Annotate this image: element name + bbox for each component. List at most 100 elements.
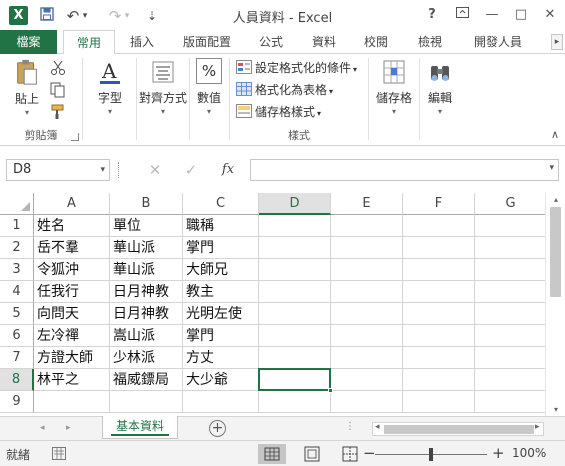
confirm-entry-button[interactable]: ✓ (180, 159, 202, 181)
cell-c6[interactable]: 掌門 (183, 325, 259, 347)
cut-icon[interactable] (50, 60, 66, 76)
cell-c3[interactable]: 大師兄 (183, 259, 259, 281)
cell-a7[interactable]: 方證大師 (34, 347, 110, 369)
cell-a8[interactable]: 林平之 (34, 369, 110, 391)
cell-g9[interactable] (475, 391, 545, 413)
cancel-entry-button[interactable]: ✕ (144, 159, 166, 181)
cell-a3[interactable]: 令狐沖 (34, 259, 110, 281)
zoom-level[interactable]: 100% (512, 446, 546, 460)
cell-g1[interactable] (475, 215, 545, 237)
collapse-ribbon-button[interactable]: ∧ (551, 128, 559, 141)
cell-d5[interactable] (259, 303, 331, 325)
row-header-5[interactable]: 5 (0, 303, 34, 325)
cell-a5[interactable]: 向問天 (34, 303, 110, 325)
page-break-preview-button[interactable] (336, 444, 364, 464)
insert-function-button[interactable]: fx (217, 159, 239, 181)
cell-b5[interactable]: 日月神教 (110, 303, 183, 325)
scroll-up-icon[interactable]: ▴ (550, 195, 562, 204)
tab-review[interactable]: 校閱 (355, 30, 397, 54)
cell-g2[interactable] (475, 237, 545, 259)
cell-e8[interactable] (331, 369, 403, 391)
cell-e7[interactable] (331, 347, 403, 369)
column-header-c[interactable]: C (183, 193, 259, 215)
column-header-g[interactable]: G (475, 193, 545, 215)
format-painter-icon[interactable] (50, 104, 66, 120)
editing-button[interactable]: 編輯 ▾ (422, 58, 458, 116)
next-sheet-icon[interactable]: ▸ (66, 423, 71, 433)
cell-f5[interactable] (403, 303, 475, 325)
vertical-scrollbar[interactable]: ▴ ▾ (545, 193, 565, 416)
cell-f7[interactable] (403, 347, 475, 369)
cell-e5[interactable] (331, 303, 403, 325)
tab-home[interactable]: 常用 (63, 30, 115, 55)
scroll-right-icon[interactable]: ▸ (535, 422, 540, 432)
cell-g5[interactable] (475, 303, 545, 325)
tabs-scroll-right-button[interactable]: ▸ (551, 34, 563, 50)
cell-e3[interactable] (331, 259, 403, 281)
worksheet-grid[interactable]: ABCDEFG 123456789 姓名 單位 職稱 岳不羣 華山派 掌門 令狐沖 華山派 大師… (0, 193, 545, 416)
copy-icon[interactable] (50, 82, 66, 98)
cell-e2[interactable] (331, 237, 403, 259)
ribbon-display-options-button[interactable] (449, 4, 475, 26)
customize-qat-icon[interactable]: ⇣ (141, 6, 163, 26)
horizontal-scroll-thumb[interactable] (384, 425, 534, 434)
cell-b8[interactable]: 福威鏢局 (110, 369, 183, 391)
paste-button[interactable]: 貼上 ▾ (8, 58, 46, 117)
cell-b1[interactable]: 單位 (110, 215, 183, 237)
column-header-e[interactable]: E (331, 193, 403, 215)
name-box[interactable]: D8 ▾ (6, 159, 110, 181)
alignment-button[interactable]: 對齊方式 ▾ (133, 58, 193, 116)
cell-a2[interactable]: 岳不羣 (34, 237, 110, 259)
zoom-in-button[interactable]: + (492, 444, 505, 462)
cell-d9[interactable] (259, 391, 331, 413)
row-header-1[interactable]: 1 (0, 215, 34, 237)
cell-b7[interactable]: 少林派 (110, 347, 183, 369)
cell-d4[interactable] (259, 281, 331, 303)
macro-record-icon[interactable] (52, 447, 66, 460)
help-button[interactable]: ? (419, 4, 445, 26)
cell-a9[interactable] (34, 391, 110, 413)
minimize-button[interactable]: — (479, 4, 505, 26)
scroll-left-icon[interactable]: ◂ (375, 422, 380, 432)
tab-page-layout[interactable]: 版面配置 (174, 30, 240, 54)
cell-f2[interactable] (403, 237, 475, 259)
clipboard-launcher-icon[interactable] (71, 133, 79, 141)
tab-data[interactable]: 資料 (303, 30, 345, 54)
restore-button[interactable]: □ (508, 4, 534, 26)
cell-e1[interactable] (331, 215, 403, 237)
number-button[interactable]: % 數值 ▾ (194, 58, 224, 116)
select-all-button[interactable] (0, 193, 34, 215)
tab-formulas[interactable]: 公式 (251, 30, 291, 54)
expand-formula-bar-icon[interactable]: ▾ (549, 163, 554, 173)
column-header-b[interactable]: B (110, 193, 183, 215)
row-header-9[interactable]: 9 (0, 391, 34, 413)
tab-split-handle[interactable]: ⋮ (345, 421, 355, 432)
scroll-down-icon[interactable]: ▾ (550, 405, 562, 414)
cell-d7[interactable] (259, 347, 331, 369)
cell-c1[interactable]: 職稱 (183, 215, 259, 237)
cell-g8[interactable] (475, 369, 545, 391)
formula-input[interactable]: ▾ (250, 159, 559, 181)
row-header-7[interactable]: 7 (0, 347, 34, 369)
zoom-out-button[interactable]: − (363, 444, 376, 462)
cell-f3[interactable] (403, 259, 475, 281)
page-layout-view-button[interactable] (298, 444, 326, 464)
formula-bar-grip[interactable] (118, 162, 121, 178)
tab-insert[interactable]: 插入 (119, 30, 165, 54)
undo-dropdown-icon[interactable]: ▾ (80, 6, 90, 26)
row-header-6[interactable]: 6 (0, 325, 34, 347)
cell-g3[interactable] (475, 259, 545, 281)
sheet-tab-basic-data[interactable]: 基本資料 (102, 416, 178, 439)
column-header-a[interactable]: A (34, 193, 110, 215)
column-header-f[interactable]: F (403, 193, 475, 215)
cell-c4[interactable]: 教主 (183, 281, 259, 303)
cell-g7[interactable] (475, 347, 545, 369)
cell-c5[interactable]: 光明左使 (183, 303, 259, 325)
cell-a1[interactable]: 姓名 (34, 215, 110, 237)
cell-b2[interactable]: 華山派 (110, 237, 183, 259)
cell-e9[interactable] (331, 391, 403, 413)
prev-sheet-icon[interactable]: ◂ (40, 423, 45, 433)
font-button[interactable]: A 字型 ▾ (92, 58, 128, 116)
name-box-dropdown-icon[interactable]: ▾ (100, 160, 105, 180)
cell-g4[interactable] (475, 281, 545, 303)
